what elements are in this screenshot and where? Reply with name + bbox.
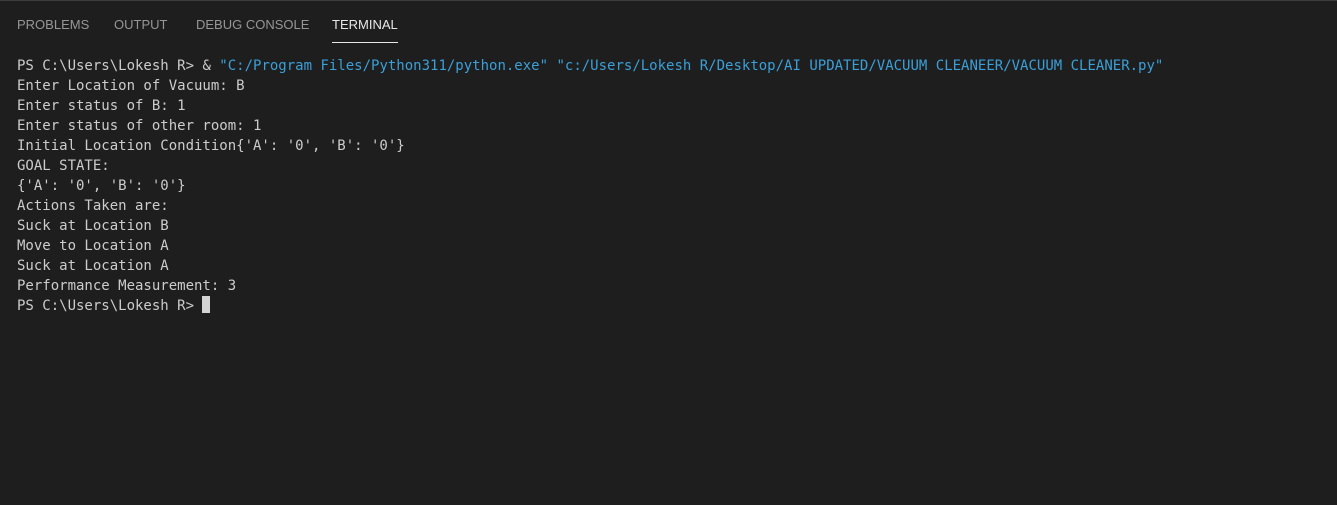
tab-output[interactable]: OUTPUT <box>114 17 167 43</box>
output-line: Enter status of other room: 1 <box>17 118 262 134</box>
tab-problems[interactable]: PROBLEMS <box>17 17 89 43</box>
output-line: Enter status of B: 1 <box>17 98 186 114</box>
output-line: Performance Measurement: 3 <box>17 278 237 294</box>
output-line: Suck at Location B <box>17 218 169 234</box>
output-line: Enter Location of Vacuum: B <box>17 78 245 94</box>
call-operator: & <box>202 58 220 74</box>
output-line: Suck at Location A <box>17 258 169 274</box>
output-line: Actions Taken are: <box>17 198 169 214</box>
tab-terminal[interactable]: TERMINAL <box>332 17 398 43</box>
terminal-panel: PROBLEMS OUTPUT DEBUG CONSOLE TERMINAL P… <box>0 0 1337 505</box>
output-line: {'A': '0', 'B': '0'} <box>17 178 186 194</box>
command-line: PS C:\Users\Lokesh R> & "C:/Program File… <box>17 56 1327 76</box>
python-path: "C:/Program Files/Python311/python.exe" <box>219 58 549 74</box>
output-line: Move to Location A <box>17 238 169 254</box>
text-cursor <box>202 296 211 313</box>
tab-debug-console[interactable]: DEBUG CONSOLE <box>196 17 309 43</box>
output-line: GOAL STATE: <box>17 158 110 174</box>
output-line: Initial Location Condition{'A': '0', 'B'… <box>17 138 405 154</box>
final-prompt-line: PS C:\Users\Lokesh R> <box>17 296 1327 316</box>
terminal-output[interactable]: PS C:\Users\Lokesh R> & "C:/Program File… <box>17 56 1327 505</box>
script-path: "c:/Users/Lokesh R/Desktop/AI UPDATED/VA… <box>556 58 1164 74</box>
prompt: PS C:\Users\Lokesh R> <box>17 298 195 314</box>
prompt: PS C:\Users\Lokesh R> <box>17 58 203 74</box>
panel-tab-bar: PROBLEMS OUTPUT DEBUG CONSOLE TERMINAL <box>0 1 1337 43</box>
